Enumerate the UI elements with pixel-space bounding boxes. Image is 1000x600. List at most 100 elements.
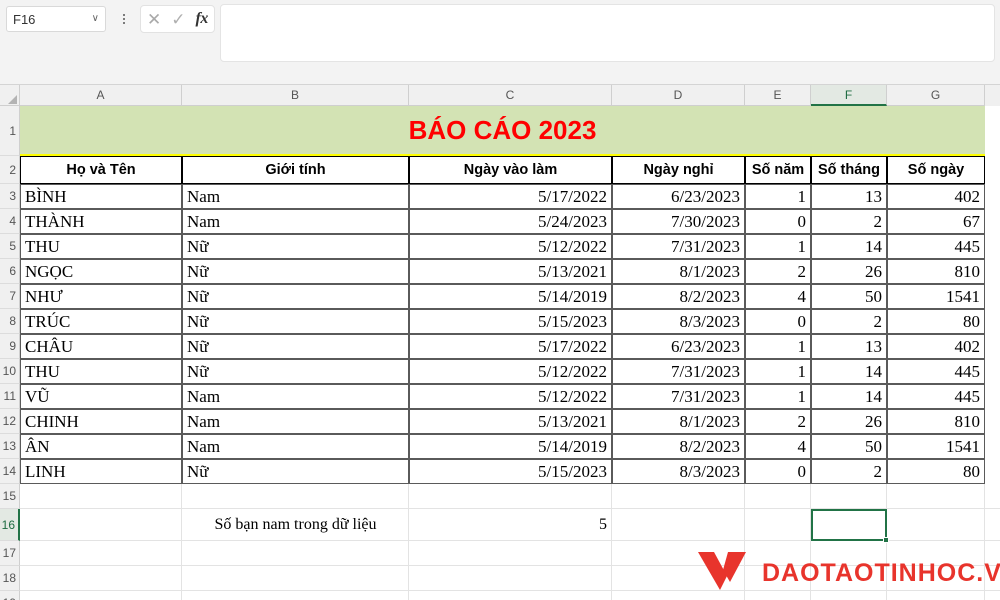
table-row[interactable]: 5/13/2021 — [409, 409, 612, 434]
table-header-years[interactable]: Số năm — [745, 156, 811, 184]
table-row[interactable]: Nữ — [182, 309, 409, 334]
table-row[interactable]: 2 — [811, 209, 887, 234]
row-header-18[interactable]: 18 — [0, 566, 20, 591]
chevron-down-icon[interactable]: ∨ — [92, 14, 99, 24]
table-row[interactable]: Nam — [182, 409, 409, 434]
active-cell-selection[interactable] — [811, 509, 887, 541]
table-row[interactable]: 8/1/2023 — [612, 259, 745, 284]
table-row[interactable]: 0 — [745, 309, 811, 334]
row-header-12[interactable]: 12 — [0, 409, 20, 434]
check-icon[interactable]: ✓ — [171, 11, 185, 28]
table-header-name[interactable]: Họ và Tên — [20, 156, 182, 184]
table-row[interactable]: 7/31/2023 — [612, 384, 745, 409]
table-row[interactable]: 5/14/2019 — [409, 284, 612, 309]
table-row[interactable]: 5/15/2023 — [409, 459, 612, 484]
table-row[interactable]: 445 — [887, 359, 985, 384]
table-row[interactable]: 14 — [811, 359, 887, 384]
table-row[interactable]: 5/12/2022 — [409, 384, 612, 409]
table-row[interactable]: 5/12/2022 — [409, 359, 612, 384]
row-header-17[interactable]: 17 — [0, 541, 20, 566]
table-row[interactable]: 0 — [745, 459, 811, 484]
table-row[interactable]: Nam — [182, 384, 409, 409]
table-row[interactable]: 1 — [745, 184, 811, 209]
table-row[interactable]: 5/17/2022 — [409, 184, 612, 209]
name-box[interactable]: F16 ∨ — [6, 6, 106, 32]
table-row[interactable]: 5/13/2021 — [409, 259, 612, 284]
table-row[interactable]: Nam — [182, 184, 409, 209]
row-header-15[interactable]: 15 — [0, 484, 20, 509]
row-header-2[interactable]: 2 — [0, 156, 20, 184]
table-header-gender[interactable]: Giới tính — [182, 156, 409, 184]
table-row[interactable]: 810 — [887, 409, 985, 434]
table-row[interactable]: 5/14/2019 — [409, 434, 612, 459]
table-row[interactable]: 445 — [887, 384, 985, 409]
table-row[interactable]: 8/1/2023 — [612, 409, 745, 434]
table-header-end[interactable]: Ngày nghỉ — [612, 156, 745, 184]
table-row[interactable]: 5/12/2022 — [409, 234, 612, 259]
table-row[interactable]: 445 — [887, 234, 985, 259]
table-row[interactable]: Nữ — [182, 259, 409, 284]
table-header-days[interactable]: Số ngày — [887, 156, 985, 184]
table-row[interactable]: THU — [20, 234, 182, 259]
column-header-f[interactable]: F — [811, 85, 887, 106]
table-row[interactable]: 1541 — [887, 284, 985, 309]
table-row[interactable]: TRÚC — [20, 309, 182, 334]
column-header-d[interactable]: D — [612, 85, 745, 106]
row-header-4[interactable]: 4 — [0, 209, 20, 234]
close-icon[interactable]: ✕ — [147, 11, 161, 28]
table-row[interactable]: 2 — [745, 259, 811, 284]
table-row[interactable]: BÌNH — [20, 184, 182, 209]
table-row[interactable]: 6/23/2023 — [612, 334, 745, 359]
row-header-1[interactable]: 1 — [0, 106, 20, 156]
table-row[interactable]: 13 — [811, 334, 887, 359]
table-row[interactable]: THÀNH — [20, 209, 182, 234]
table-row[interactable]: 8/3/2023 — [612, 309, 745, 334]
summary-label[interactable]: Số bạn nam trong dữ liệu — [182, 509, 409, 541]
column-header-e[interactable]: E — [745, 85, 811, 106]
table-row[interactable]: 6/23/2023 — [612, 184, 745, 209]
table-row[interactable]: 5/24/2023 — [409, 209, 612, 234]
fill-handle[interactable] — [883, 537, 889, 543]
row-header-16[interactable]: 16 — [0, 509, 20, 541]
summary-value[interactable]: 5 — [409, 509, 612, 541]
table-row[interactable]: Nữ — [182, 234, 409, 259]
select-all-corner[interactable] — [0, 85, 20, 106]
table-row[interactable]: 80 — [887, 459, 985, 484]
row-header-14[interactable]: 14 — [0, 459, 20, 484]
table-row[interactable]: 13 — [811, 184, 887, 209]
table-row[interactable]: 5/17/2022 — [409, 334, 612, 359]
table-row[interactable]: 1 — [745, 334, 811, 359]
table-row[interactable]: 4 — [745, 284, 811, 309]
table-row[interactable]: Nam — [182, 209, 409, 234]
column-header-a[interactable]: A — [20, 85, 182, 106]
table-row[interactable]: 1541 — [887, 434, 985, 459]
table-row[interactable]: 1 — [745, 359, 811, 384]
table-row[interactable]: NHƯ — [20, 284, 182, 309]
cell-canvas[interactable]: BÁO CÁO 2023 Họ và Tên Giới tính Ngày và… — [20, 106, 1000, 600]
row-header-5[interactable]: 5 — [0, 234, 20, 259]
table-row[interactable]: Nữ — [182, 359, 409, 384]
formula-input[interactable] — [220, 4, 995, 62]
table-row[interactable]: 67 — [887, 209, 985, 234]
table-row[interactable]: 8/3/2023 — [612, 459, 745, 484]
table-row[interactable]: NGỌC — [20, 259, 182, 284]
table-row[interactable]: 8/2/2023 — [612, 284, 745, 309]
column-header-c[interactable]: C — [409, 85, 612, 106]
table-row[interactable]: 2 — [811, 459, 887, 484]
table-row[interactable]: Nữ — [182, 334, 409, 359]
more-options-icon[interactable] — [114, 6, 134, 32]
row-header-3[interactable]: 3 — [0, 184, 20, 209]
row-header-13[interactable]: 13 — [0, 434, 20, 459]
table-header-months[interactable]: Số tháng — [811, 156, 887, 184]
table-row[interactable]: 402 — [887, 184, 985, 209]
table-row[interactable]: 7/31/2023 — [612, 359, 745, 384]
table-row[interactable]: CHÂU — [20, 334, 182, 359]
row-header-10[interactable]: 10 — [0, 359, 20, 384]
table-row[interactable]: 7/30/2023 — [612, 209, 745, 234]
column-header-g[interactable]: G — [887, 85, 985, 106]
table-header-start[interactable]: Ngày vào làm — [409, 156, 612, 184]
table-row[interactable]: 50 — [811, 284, 887, 309]
table-row[interactable]: 26 — [811, 259, 887, 284]
table-row[interactable]: 1 — [745, 234, 811, 259]
table-row[interactable]: 80 — [887, 309, 985, 334]
